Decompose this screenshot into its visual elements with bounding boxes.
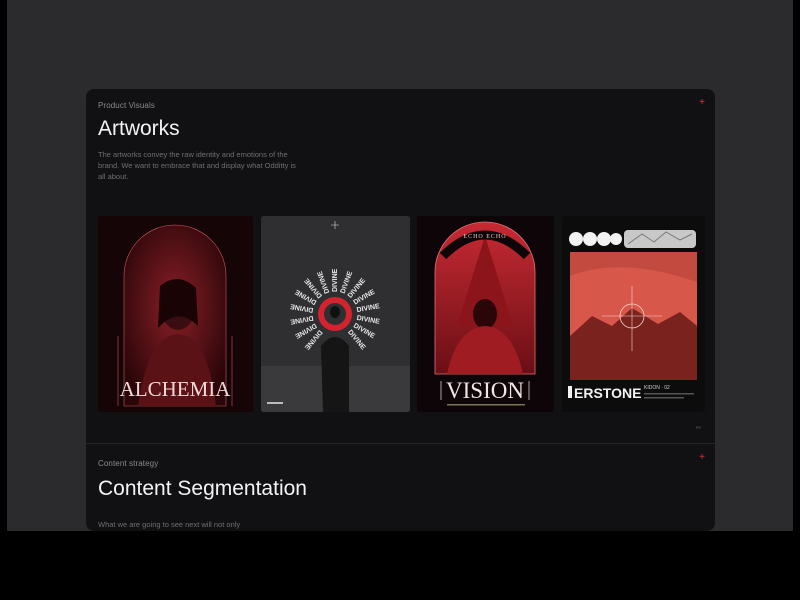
artworks-section: Product Visuals + Artworks The artworks … [86,89,715,443]
section-title: Content Segmentation [98,477,307,500]
vision-top-text: ECHO ECHO [463,234,506,240]
erstone-poster-graphic: ERSTONE KIDON · 02 [562,216,705,412]
content-segmentation-section: Content strategy + Content Segmentation … [86,443,715,531]
alchemia-title: ALCHEMIA [120,377,232,401]
section-eyebrow: Product Visuals [98,101,155,110]
section-eyebrow: Content strategy [98,459,159,468]
divine-poster-graphic: DIVINE DIVINE DIVINE DIVINE DIVINE DIVIN… [261,216,410,412]
artwork-vision[interactable]: ECHO ECHO VISION [417,216,554,412]
artwork-divine[interactable]: DIVINE DIVINE DIVINE DIVINE DIVINE DIVIN… [261,216,410,412]
vision-title: VISION [446,378,524,403]
artwork-erstone[interactable]: ERSTONE KIDON · 02 [562,216,705,412]
artwork-alchemia[interactable]: ALCHEMIA [98,216,253,412]
letterbox-bar [0,531,800,600]
erstone-caption: KIDON · 02 [644,385,670,391]
section-description: What we are going to see next will not o… [98,520,241,529]
divine-ring-word: DIVINE [332,268,339,292]
plus-icon[interactable]: + [699,453,705,463]
presentation-card: Product Visuals + Artworks The artworks … [86,89,715,531]
section-title: Artworks [98,117,180,140]
pager-indicator[interactable]: »» [695,425,701,431]
erstone-title: ERSTONE [574,385,641,401]
section-description: The artworks convey the raw identity and… [98,150,296,181]
alchemia-poster-graphic: ALCHEMIA [98,216,253,412]
vision-poster-graphic: ECHO ECHO VISION [417,216,554,412]
plus-icon[interactable]: + [699,98,705,108]
